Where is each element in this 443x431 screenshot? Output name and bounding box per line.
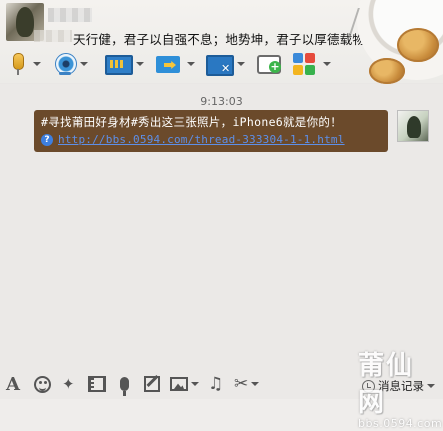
film-icon [88,376,106,392]
chevron-down-icon[interactable] [33,62,41,66]
apps-grid-icon [292,52,316,76]
sender-avatar[interactable] [397,110,429,142]
emoji-icon [34,375,51,393]
microphone-icon [6,52,30,76]
signature-prefix-blurred [34,30,72,42]
top-toolbar [0,50,340,80]
music-note-icon: ♫ [208,374,224,394]
mic-icon [120,377,129,396]
magic-wand-icon: ✦ [62,375,75,393]
chevron-down-icon[interactable] [251,382,260,386]
message-link[interactable]: http://bbs.0594.com/thread-333304-1-1.ht… [58,131,345,148]
font-button[interactable]: A [6,373,20,395]
message-text: #寻找莆田好身材#秀出这三张照片，iPhone6就是你的！ [41,115,343,129]
send-file-button[interactable] [156,50,195,78]
chevron-down-icon[interactable] [427,384,435,388]
scissors-icon: ✂ [234,374,249,394]
message-timestamp: 9:13:03 [200,95,243,108]
link-safety-icon[interactable]: ? [41,133,53,146]
image-icon [170,377,188,391]
chevron-down-icon[interactable] [80,62,88,66]
apps-button[interactable] [292,50,331,78]
voice-message-button[interactable] [120,373,129,396]
chevron-down-icon[interactable] [136,62,144,66]
chevron-down-icon[interactable] [237,62,245,66]
webcam-icon [53,52,77,76]
font-icon: A [6,373,20,395]
doodle-button[interactable] [144,373,160,395]
message-input[interactable] [0,399,443,431]
music-button[interactable]: ♫ [208,373,223,395]
video-call-button[interactable] [53,50,88,78]
message-bubble[interactable]: #寻找莆田好身材#秀出这三张照片，iPhone6就是你的！ ? http://b… [34,110,388,152]
message-history-label: 消息记录 [378,379,424,393]
edit-icon [144,376,160,392]
clock-icon [362,379,375,393]
create-discussion-button[interactable] [256,50,281,78]
chevron-down-icon[interactable] [191,382,199,386]
message-history-button[interactable]: 消息记录 [362,375,435,397]
emoji-button[interactable] [34,373,51,395]
folder-send-icon [156,52,180,76]
gif-button[interactable] [88,373,106,395]
screenshot-button[interactable]: ✂ [234,373,260,395]
remote-assist-icon [206,52,234,76]
chevron-down-icon[interactable] [187,62,195,66]
remote-assist-button[interactable] [206,50,245,78]
add-chat-icon [256,52,281,76]
remote-desktop-button[interactable] [105,50,144,78]
screen-share-icon [105,52,133,76]
input-toolbar: A ✦ ♫ ✂ 消息记录 [0,369,443,399]
chevron-down-icon[interactable] [323,62,331,66]
send-image-button[interactable] [170,373,199,395]
contact-name-blurred [48,8,92,22]
magic-expression-button[interactable]: ✦ [62,373,75,395]
message-history-pane[interactable]: 9:13:03 #寻找莆田好身材#秀出这三张照片，iPhone6就是你的！ ? … [0,84,443,369]
voice-call-button[interactable] [6,50,41,78]
